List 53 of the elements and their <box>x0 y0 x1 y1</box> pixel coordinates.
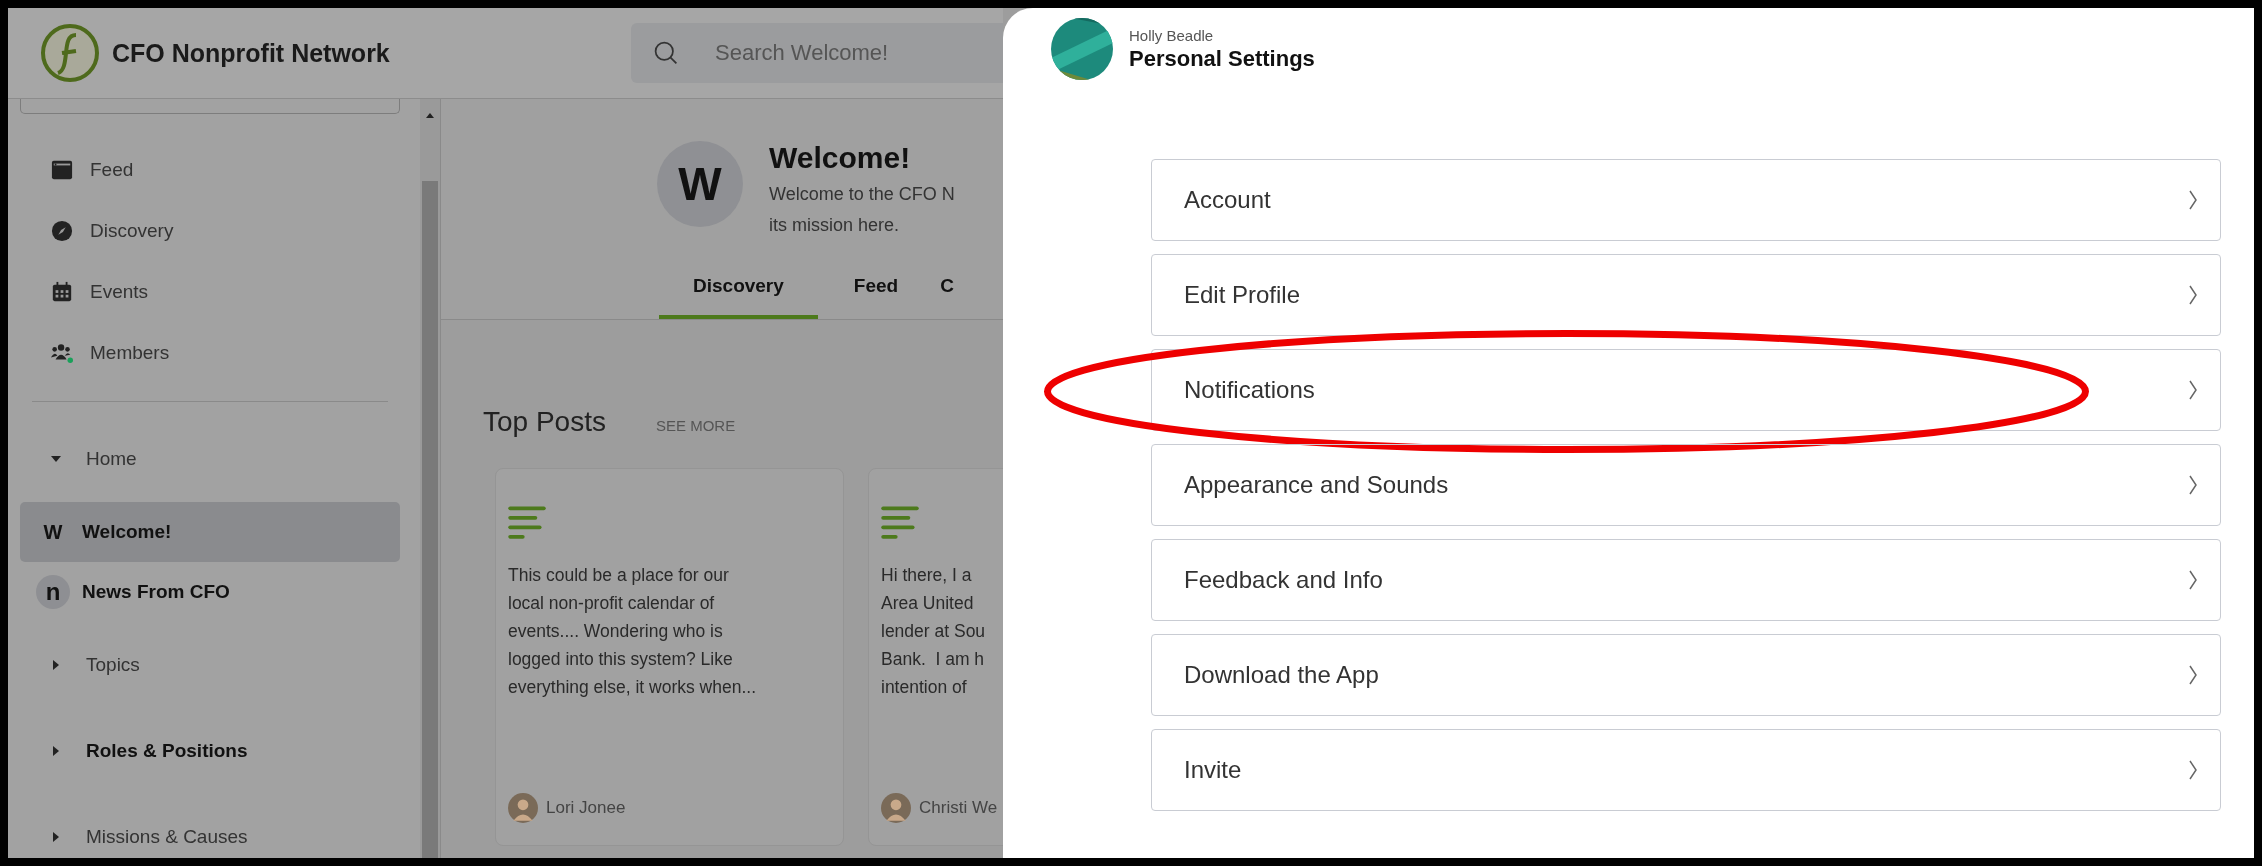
settings-item[interactable]: Appearance and Sounds <box>1151 444 2221 526</box>
chevron-right-icon <box>2188 284 2198 306</box>
post-text: This could be a place for our local non-profit calendar of events.... Wondering who is logged into this system? Like everything else, it works when... <box>508 564 758 699</box>
chevron-right-icon <box>2188 474 2198 496</box>
section-header[interactable]: Topics <box>20 622 400 708</box>
text-lines-icon <box>881 505 919 539</box>
tab[interactable]: Feed <box>853 265 899 319</box>
search-field[interactable]: Search Welcome! <box>631 23 1003 83</box>
post-card[interactable]: Hi there, I a Area United lender at Sou Bank. I am h intention of Christi We <box>868 468 1003 846</box>
channel-item[interactable]: W Welcome! <box>20 502 400 562</box>
section-header[interactable]: Missions & Causes <box>20 794 400 858</box>
compass-icon <box>50 219 74 242</box>
section-title: Top Posts <box>483 406 606 438</box>
scroll-up-icon[interactable] <box>425 111 435 119</box>
settings-item[interactable]: Edit Profile <box>1151 254 2221 336</box>
settings-item[interactable]: Invite <box>1151 729 2221 811</box>
avatar-icon <box>508 793 538 823</box>
community-description: Welcome to the CFO N its mission here. <box>769 183 955 237</box>
nav-item[interactable]: Discovery <box>20 200 400 261</box>
post-card[interactable]: This could be a place for our local non-profit calendar of events.... Wondering who is logged into this system? Like everything else, it works when... Lori Jonee <box>495 468 844 846</box>
settings-item[interactable]: Notifications <box>1151 349 2221 431</box>
chevron-right-icon <box>2188 189 2198 211</box>
author-name[interactable]: Christi We <box>919 798 998 818</box>
avatar-icon <box>881 793 911 823</box>
post-text: Hi there, I a Area United lender at Sou Bank. I am h intention of <box>881 564 987 699</box>
settings-item[interactable]: Feedback and Info <box>1151 539 2221 621</box>
people-icon <box>50 341 74 364</box>
chevron-right-icon <box>2188 664 2198 686</box>
section-header[interactable]: Roles & Positions <box>20 708 400 794</box>
app-title: CFO Nonprofit Network <box>112 38 390 68</box>
tab[interactable]: Discovery <box>659 265 818 319</box>
nav-item[interactable]: Members <box>20 322 400 383</box>
sidebar-search-field[interactable] <box>20 99 400 114</box>
nav-item[interactable]: Feed <box>20 139 400 200</box>
search-icon <box>653 40 679 66</box>
author-name[interactable]: Lori Jonee <box>546 798 626 818</box>
settings-item[interactable]: Account <box>1151 159 2221 241</box>
logo-icon <box>40 23 100 83</box>
chevron-right-icon <box>2188 379 2198 401</box>
nav-item[interactable]: Events <box>20 261 400 322</box>
community-title: Welcome! <box>769 141 912 175</box>
community-avatar: W <box>657 141 743 227</box>
panel-title: Personal Settings <box>1129 45 1315 72</box>
channel-item[interactable]: n News From CFO <box>20 562 400 622</box>
chevron-right-icon <box>2188 759 2198 781</box>
section-header[interactable]: Home <box>20 416 400 502</box>
tab[interactable]: C <box>940 265 954 319</box>
settings-item[interactable]: Download the App <box>1151 634 2221 716</box>
chevron-right-icon <box>2188 569 2198 591</box>
window-icon <box>50 158 74 181</box>
calendar-icon <box>50 280 74 303</box>
text-lines-icon <box>508 505 546 539</box>
user-name: Holly Beadle <box>1129 26 1215 44</box>
